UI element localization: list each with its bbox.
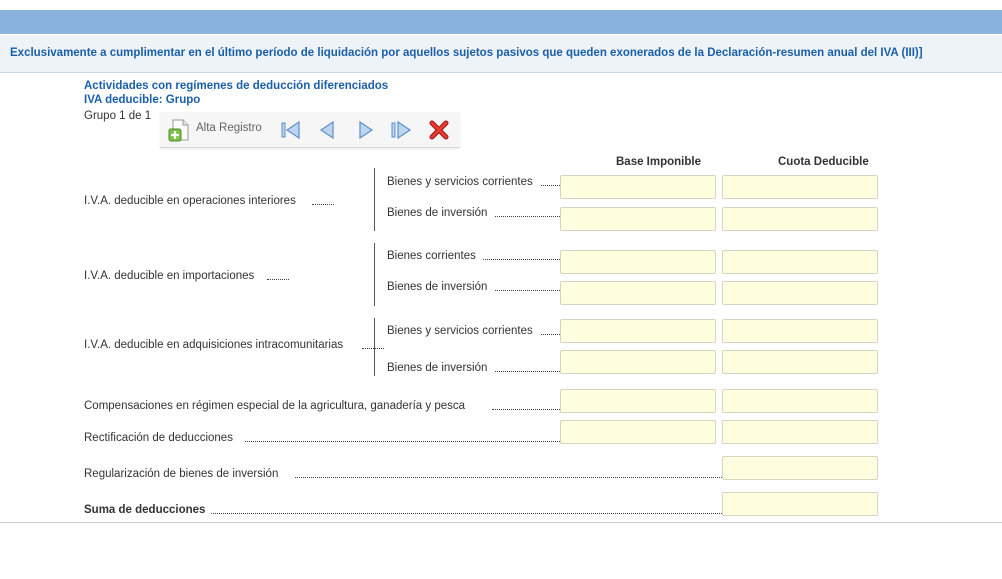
leader-dots — [483, 259, 562, 260]
column-header-base-imponible: Base Imponible — [616, 156, 701, 168]
sublabel-bienes-servicios-corrientes: Bienes y servicios corrientes — [387, 176, 533, 188]
banner-text: Exclusivamente a cumplimentar en el últi… — [10, 47, 923, 59]
intracom-inversion-base-input[interactable] — [560, 350, 716, 374]
group-divider — [374, 243, 375, 306]
column-header-cuota-deducible: Cuota Deducible — [778, 156, 869, 168]
first-record-icon[interactable] — [280, 120, 302, 140]
add-record-button[interactable]: Alta Registro — [196, 122, 262, 134]
intracom-inversion-cuota-input[interactable] — [722, 350, 878, 374]
compensaciones-base-input[interactable] — [560, 389, 716, 413]
rectificacion-base-input[interactable] — [560, 420, 716, 444]
last-record-icon[interactable] — [390, 120, 412, 140]
interiores-corrientes-cuota-input[interactable] — [722, 175, 878, 199]
leader-dots — [267, 279, 289, 280]
row-label-rectificacion: Rectificación de deducciones — [84, 432, 233, 444]
section-title: Actividades con regímenes de deducción d… — [84, 80, 389, 92]
importaciones-inversion-base-input[interactable] — [560, 281, 716, 305]
leader-dots — [495, 290, 562, 291]
sublabel-bienes-inversion: Bienes de inversión — [387, 281, 488, 293]
leader-dots — [495, 216, 562, 217]
leader-dots — [541, 185, 562, 186]
sublabel-bienes-inversion: Bienes de inversión — [387, 362, 488, 374]
bottom-divider — [0, 522, 1002, 523]
importaciones-corrientes-base-input[interactable] — [560, 250, 716, 274]
leader-dots — [245, 441, 562, 442]
group-divider — [374, 318, 375, 376]
sublabel-bienes-inversion: Bienes de inversión — [387, 207, 488, 219]
section-subtitle: IVA deducible: Grupo — [84, 94, 201, 106]
row-label-iva-interiores: I.V.A. deducible en operaciones interior… — [84, 195, 296, 207]
leader-dots — [211, 513, 724, 514]
compensaciones-cuota-input[interactable] — [722, 389, 878, 413]
intracom-corrientes-cuota-input[interactable] — [722, 319, 878, 343]
previous-record-icon[interactable] — [317, 120, 339, 140]
leader-dots — [492, 409, 562, 410]
leader-dots — [312, 204, 334, 205]
leader-dots — [295, 477, 724, 478]
next-record-icon[interactable] — [354, 120, 376, 140]
regularizacion-cuota-input[interactable] — [722, 456, 878, 480]
group-counter: Grupo 1 de 1 — [84, 110, 152, 122]
group-divider — [374, 168, 375, 231]
sublabel-bienes-servicios-corrientes: Bienes y servicios corrientes — [387, 325, 533, 337]
sublabel-bienes-corrientes: Bienes corrientes — [387, 250, 476, 262]
delete-record-icon[interactable] — [428, 120, 450, 140]
row-label-iva-importaciones: I.V.A. deducible en importaciones — [84, 270, 255, 282]
top-bar — [0, 10, 1002, 34]
row-label-suma-deducciones: Suma de deducciones — [84, 504, 206, 516]
record-toolbar: Alta Registro — [160, 112, 460, 148]
interiores-corrientes-base-input[interactable] — [560, 175, 716, 199]
suma-deducciones-cuota-input[interactable] — [722, 492, 878, 516]
importaciones-inversion-cuota-input[interactable] — [722, 281, 878, 305]
leader-dots — [541, 334, 562, 335]
row-label-regularizacion: Regularización de bienes de inversión — [84, 468, 279, 480]
leader-dots — [362, 348, 384, 349]
interiores-inversion-cuota-input[interactable] — [722, 207, 878, 231]
intracom-corrientes-base-input[interactable] — [560, 319, 716, 343]
importaciones-corrientes-cuota-input[interactable] — [722, 250, 878, 274]
row-label-compensaciones: Compensaciones en régimen especial de la… — [84, 400, 466, 412]
row-label-iva-intracomunitarias: I.V.A. deducible en adquisiciones intrac… — [84, 339, 344, 351]
interiores-inversion-base-input[interactable] — [560, 207, 716, 231]
add-record-icon[interactable] — [168, 118, 192, 142]
rectificacion-cuota-input[interactable] — [722, 420, 878, 444]
leader-dots — [495, 371, 562, 372]
